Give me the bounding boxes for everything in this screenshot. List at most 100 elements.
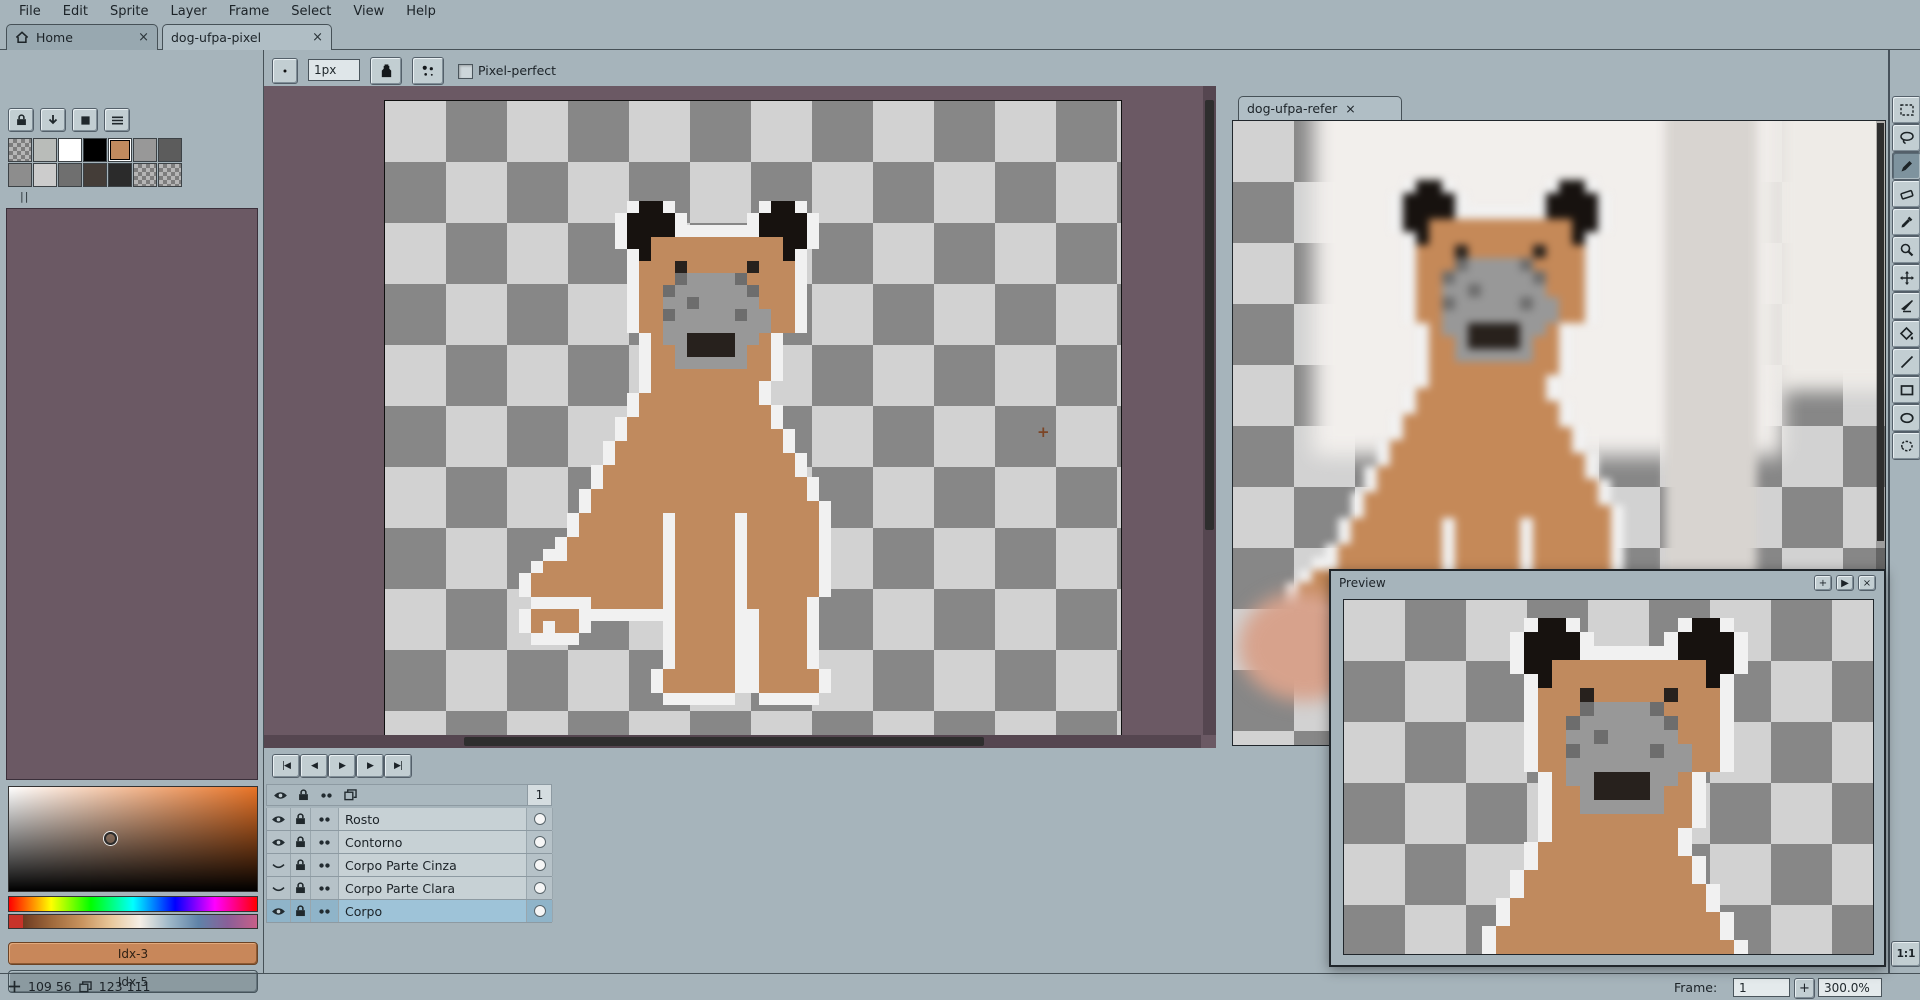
pencil-tool-button[interactable] [1892, 152, 1920, 180]
palette-lock-button[interactable] [8, 108, 34, 132]
add-frame-button[interactable]: + [1794, 978, 1815, 999]
contour-tool-button[interactable] [1892, 432, 1920, 460]
reference-scrollbar-thumb[interactable] [1877, 123, 1884, 541]
layer-visibility-on-icon[interactable] [267, 831, 291, 853]
tab-sprite[interactable]: dog-ufpa-pixel × [162, 24, 332, 50]
menu-item-sprite[interactable]: Sprite [99, 3, 160, 20]
move-tool-button[interactable] [1892, 264, 1920, 292]
dynamics-button[interactable] [412, 57, 444, 85]
eyedropper-tool-button[interactable] [1892, 208, 1920, 236]
playback-button-0[interactable]: |◀ [272, 754, 300, 778]
palette-swatch[interactable] [8, 163, 32, 187]
layer-lock-icon[interactable] [291, 808, 311, 830]
layer-continuous-icon[interactable] [311, 877, 339, 899]
h-scrollbar-thumb[interactable] [464, 737, 984, 746]
layer-cel[interactable] [527, 854, 553, 876]
menu-item-help[interactable]: Help [395, 3, 447, 20]
layer-continuous-icon[interactable] [311, 854, 339, 876]
zoom-tool-button[interactable] [1892, 236, 1920, 264]
ellipse-tool-button[interactable] [1892, 404, 1920, 432]
layer-continuous-icon[interactable] [311, 900, 339, 922]
menu-item-frame[interactable]: Frame [218, 3, 281, 20]
palette-swatch[interactable] [83, 138, 107, 162]
layer-visibility-off-icon[interactable] [267, 877, 291, 899]
tab-home-close-icon[interactable]: × [138, 30, 149, 45]
onion-skin-icon[interactable] [344, 789, 357, 801]
palette-square-button[interactable] [72, 108, 98, 132]
brush-size-dot-button[interactable] [272, 58, 298, 84]
menu-item-layer[interactable]: Layer [160, 3, 218, 20]
layer-visibility-off-icon[interactable] [267, 854, 291, 876]
marquee-tool-button[interactable] [1892, 96, 1920, 124]
menu-item-view[interactable]: View [342, 3, 395, 20]
palette-swatch[interactable] [8, 138, 32, 162]
line-tool-button[interactable] [1892, 348, 1920, 376]
playback-button-4[interactable]: ▶| [384, 754, 412, 778]
layer-row-contorno[interactable]: Contorno [266, 831, 553, 854]
slice-tool-button[interactable] [1892, 292, 1920, 320]
hue-slider[interactable] [8, 896, 258, 912]
layer-row-rosto[interactable]: Rosto [266, 808, 553, 831]
layer-lock-icon[interactable] [291, 900, 311, 922]
sprite-canvas[interactable]: + [384, 100, 1122, 736]
tab-reference[interactable]: dog-ufpa-refer × [1238, 96, 1402, 120]
layer-row-corpo-parte-clara[interactable]: Corpo Parte Clara [266, 877, 553, 900]
menu-item-select[interactable]: Select [280, 3, 342, 20]
layer-visibility-on-icon[interactable] [267, 808, 291, 830]
foreground-color-button[interactable]: Idx-3 [8, 942, 258, 965]
palette-swatch[interactable] [33, 163, 57, 187]
playback-button-1[interactable]: ◀ [300, 754, 328, 778]
preview-play-button[interactable]: ▶ [1836, 575, 1854, 591]
layer-cel[interactable] [527, 900, 553, 922]
lock-column-icon[interactable] [298, 789, 309, 801]
color-saturation-picker[interactable] [8, 786, 258, 892]
layer-cel[interactable] [527, 808, 553, 830]
layer-row-corpo[interactable]: Corpo [266, 900, 553, 923]
pixel-perfect-checkbox[interactable] [458, 64, 473, 79]
visibility-column-icon[interactable] [273, 790, 288, 801]
menu-item-file[interactable]: File [8, 3, 52, 20]
shades-bar[interactable] [8, 914, 258, 929]
tab-reference-close-icon[interactable]: × [1345, 101, 1355, 116]
canvas-editor-area[interactable]: + [264, 86, 1216, 748]
palette-arrow_down-button[interactable] [40, 108, 66, 132]
layer-continuous-icon[interactable] [311, 808, 339, 830]
frame-number-input[interactable] [1733, 978, 1790, 997]
layer-continuous-icon[interactable] [311, 831, 339, 853]
one-to-one-zoom-button[interactable]: 1:1 [1891, 941, 1920, 967]
palette-swatch[interactable] [58, 138, 82, 162]
color-picker-marker[interactable] [104, 832, 117, 845]
layer-cel[interactable] [527, 831, 553, 853]
canvas-horizontal-scrollbar[interactable] [264, 735, 1201, 748]
preview-options-button[interactable]: + [1814, 575, 1832, 591]
menu-item-edit[interactable]: Edit [52, 3, 99, 20]
palette-swatch[interactable] [83, 163, 107, 187]
preview-title-bar[interactable]: Preview + ▶ × [1331, 571, 1884, 595]
eraser-tool-button[interactable] [1892, 180, 1920, 208]
zoom-level-input[interactable] [1818, 978, 1882, 997]
ink-type-button[interactable] [370, 57, 402, 85]
layer-visibility-on-icon[interactable] [267, 900, 291, 922]
palette-swatch[interactable] [133, 138, 157, 162]
preview-canvas[interactable] [1343, 599, 1874, 955]
palette-swatch[interactable] [158, 163, 182, 187]
playback-button-3[interactable]: ▶ [356, 754, 384, 778]
palette-swatch[interactable] [158, 138, 182, 162]
preview-close-button[interactable]: × [1858, 575, 1876, 591]
continuous-column-icon[interactable] [319, 792, 334, 799]
layer-cel[interactable] [527, 877, 553, 899]
palette-swatch[interactable] [108, 163, 132, 187]
playback-button-2[interactable]: ▶ [328, 754, 356, 778]
rectangle-tool-button[interactable] [1892, 376, 1920, 404]
v-scrollbar-thumb[interactable] [1205, 100, 1214, 530]
palette-swatch[interactable] [58, 163, 82, 187]
layer-row-corpo-parte-cinza[interactable]: Corpo Parte Cinza [266, 854, 553, 877]
tab-home[interactable]: Home × [6, 24, 158, 50]
lasso-tool-button[interactable] [1892, 124, 1920, 152]
layer-lock-icon[interactable] [291, 877, 311, 899]
brush-size-input[interactable] [308, 59, 360, 81]
palette-swatch[interactable] [33, 138, 57, 162]
frame-number-header[interactable]: 1 [527, 784, 552, 806]
preview-window[interactable]: Preview + ▶ × [1329, 569, 1886, 967]
palette-menu-button[interactable] [104, 108, 130, 132]
